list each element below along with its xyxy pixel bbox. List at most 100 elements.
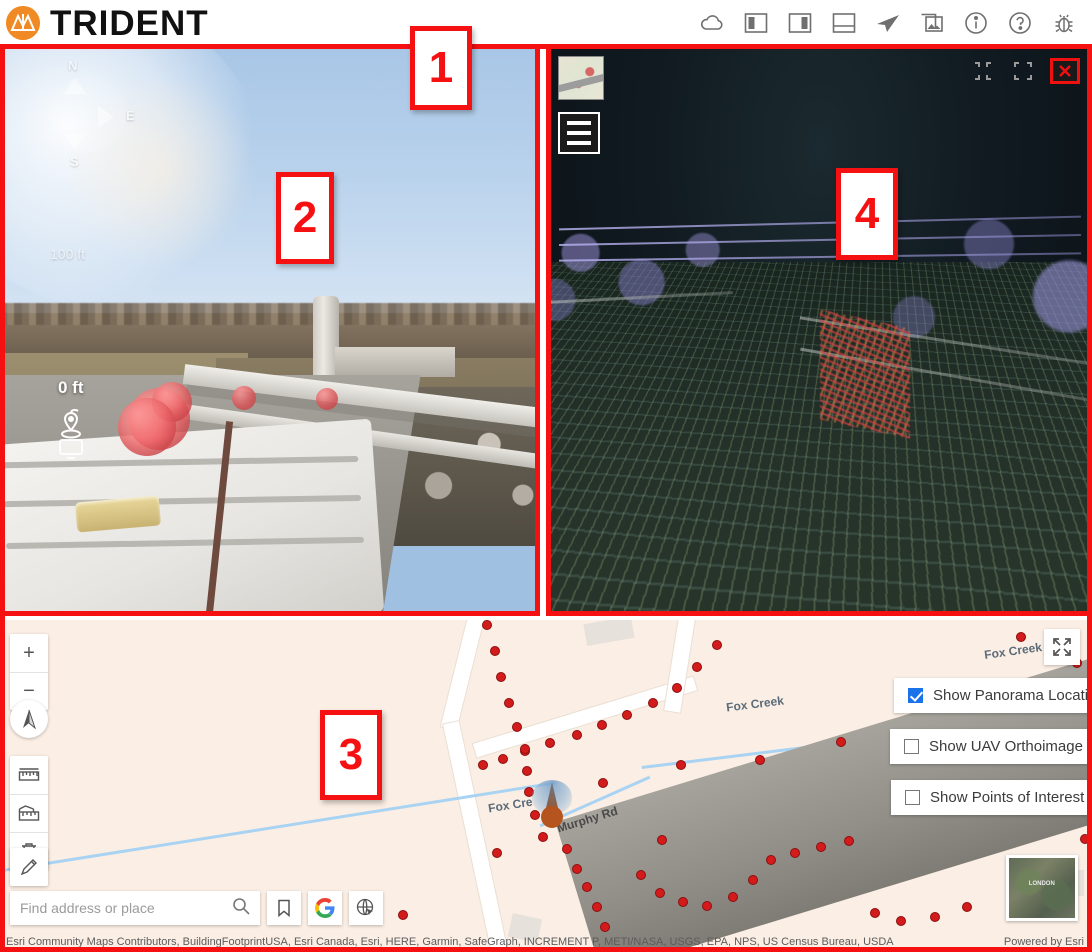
points-of-interest-checkbox[interactable]: [905, 790, 920, 805]
panorama-location-dot[interactable]: [870, 908, 880, 918]
panorama-viewer[interactable]: N E S 100 ft 0 ft: [0, 46, 540, 614]
panorama-location-dot[interactable]: [636, 870, 646, 880]
split-right-panel-icon[interactable]: [786, 9, 814, 37]
panorama-location-dot[interactable]: [478, 760, 488, 770]
panorama-location-dot[interactable]: [672, 683, 682, 693]
map-attribution: Esri Community Maps Contributors, Buildi…: [6, 936, 894, 948]
panorama-location-dot[interactable]: [598, 778, 608, 788]
layer-toggle-points-of-interest[interactable]: Show Points of Interest: [891, 780, 1092, 815]
search-icon[interactable]: [232, 897, 250, 920]
panorama-location-dot[interactable]: [522, 766, 532, 776]
panorama-location-dot[interactable]: [962, 902, 972, 912]
panorama-location-dot[interactable]: [398, 910, 408, 920]
panorama-location-dot[interactable]: [496, 672, 506, 682]
panorama-location-dot[interactable]: [657, 835, 667, 845]
header-toolbar: [698, 9, 1092, 37]
panorama-location-dot[interactable]: [572, 864, 582, 874]
draw-button[interactable]: [10, 848, 48, 886]
bug-icon[interactable]: [1050, 9, 1078, 37]
panorama-location-dot[interactable]: [702, 901, 712, 911]
panorama-location-dot[interactable]: [504, 698, 514, 708]
panorama-location-dot[interactable]: [490, 646, 500, 656]
point-cloud-menu-button[interactable]: [558, 112, 600, 154]
panorama-location-dot[interactable]: [582, 882, 592, 892]
brand-logo[interactable]: TRIDENT: [0, 6, 209, 41]
send-icon[interactable]: [874, 9, 902, 37]
panorama-location-dot[interactable]: [790, 848, 800, 858]
panorama-location-dot[interactable]: [836, 737, 846, 747]
map-viewer[interactable]: Murphy Rd Fox Creek Fox Creek Fox Cre + …: [0, 620, 1092, 952]
panorama-location-dot[interactable]: [592, 902, 602, 912]
panorama-location-sphere[interactable]: [118, 398, 176, 456]
panorama-scale-near-label: 0 ft: [58, 378, 84, 397]
search-input[interactable]: [20, 900, 232, 916]
current-position-marker[interactable]: [532, 780, 572, 828]
map-road-segment: [440, 620, 486, 731]
compass-east-label: E: [126, 108, 135, 123]
screen-icon[interactable]: [58, 438, 84, 465]
panorama-location-dot[interactable]: [498, 754, 508, 764]
map-search-bar: [10, 891, 383, 925]
help-icon[interactable]: [1006, 9, 1034, 37]
layer-toggle-panorama-locations[interactable]: Show Panorama Locations: [894, 678, 1092, 713]
zoom-in-button[interactable]: +: [10, 634, 48, 672]
split-left-panel-icon[interactable]: [742, 9, 770, 37]
point-cloud-minimap[interactable]: [558, 56, 604, 100]
cloud-icon[interactable]: [698, 9, 726, 37]
panorama-location-dot[interactable]: [896, 916, 906, 926]
panorama-location-dot[interactable]: [520, 744, 530, 754]
panorama-location-dot[interactable]: [572, 730, 582, 740]
measure-area-button[interactable]: [10, 794, 48, 832]
panorama-location-dot[interactable]: [600, 922, 610, 932]
panorama-location-dot[interactable]: [844, 836, 854, 846]
image-gallery-icon[interactable]: [918, 9, 946, 37]
panorama-location-dot[interactable]: [728, 892, 738, 902]
panorama-scale-far-label: 100 ft: [50, 246, 86, 262]
panorama-location-sphere[interactable]: [316, 388, 338, 410]
panorama-location-dot[interactable]: [562, 844, 572, 854]
measure-distance-button[interactable]: [10, 756, 48, 794]
layer-toggle-uav-orthoimage[interactable]: Show UAV Orthoimage: [890, 729, 1092, 764]
bookmark-icon[interactable]: [267, 891, 301, 925]
panorama-location-dot[interactable]: [492, 848, 502, 858]
panorama-location-dot[interactable]: [755, 755, 765, 765]
panorama-location-dot[interactable]: [766, 855, 776, 865]
annotation-marker-1: 1: [410, 26, 472, 110]
point-cloud-viewer[interactable]: [548, 46, 1092, 614]
basemap-switcher[interactable]: LONDON: [1006, 855, 1078, 921]
panorama-location-dot[interactable]: [748, 875, 758, 885]
google-streetview-icon[interactable]: [308, 891, 342, 925]
panorama-location-dot[interactable]: [712, 640, 722, 650]
panorama-location-sphere[interactable]: [232, 386, 256, 410]
panorama-location-dot[interactable]: [930, 912, 940, 922]
panorama-compass: N E S: [42, 56, 152, 176]
panorama-location-dot[interactable]: [678, 897, 688, 907]
close-icon[interactable]: [1050, 58, 1080, 84]
search-input-wrapper[interactable]: [10, 891, 260, 925]
collapse-icon[interactable]: [970, 58, 996, 84]
navigation-compass-button[interactable]: [10, 700, 48, 738]
panorama-location-dot[interactable]: [655, 888, 665, 898]
globe-pick-icon[interactable]: [349, 891, 383, 925]
uav-orthoimage-checkbox[interactable]: [904, 739, 919, 754]
panorama-location-dot[interactable]: [482, 620, 492, 630]
current-location-dot: [541, 806, 563, 828]
panorama-location-dot[interactable]: [545, 738, 555, 748]
panorama-location-dot[interactable]: [512, 722, 522, 732]
panorama-location-dot[interactable]: [1016, 632, 1026, 642]
panorama-location-dot[interactable]: [692, 662, 702, 672]
panorama-location-dot[interactable]: [1080, 834, 1090, 844]
panorama-location-dot[interactable]: [816, 842, 826, 852]
panorama-location-dot[interactable]: [597, 720, 607, 730]
split-horizontal-panel-icon[interactable]: [830, 9, 858, 37]
info-icon[interactable]: [962, 9, 990, 37]
expand-icon[interactable]: [1010, 58, 1036, 84]
panorama-location-dot[interactable]: [648, 698, 658, 708]
panorama-location-dot[interactable]: [622, 710, 632, 720]
map-expand-button[interactable]: [1044, 629, 1080, 665]
draw-tools: [10, 848, 48, 886]
panorama-location-dot[interactable]: [676, 760, 686, 770]
annotation-marker-4: 4: [836, 168, 898, 260]
panorama-locations-checkbox[interactable]: [908, 688, 923, 703]
panorama-location-dot[interactable]: [538, 832, 548, 842]
